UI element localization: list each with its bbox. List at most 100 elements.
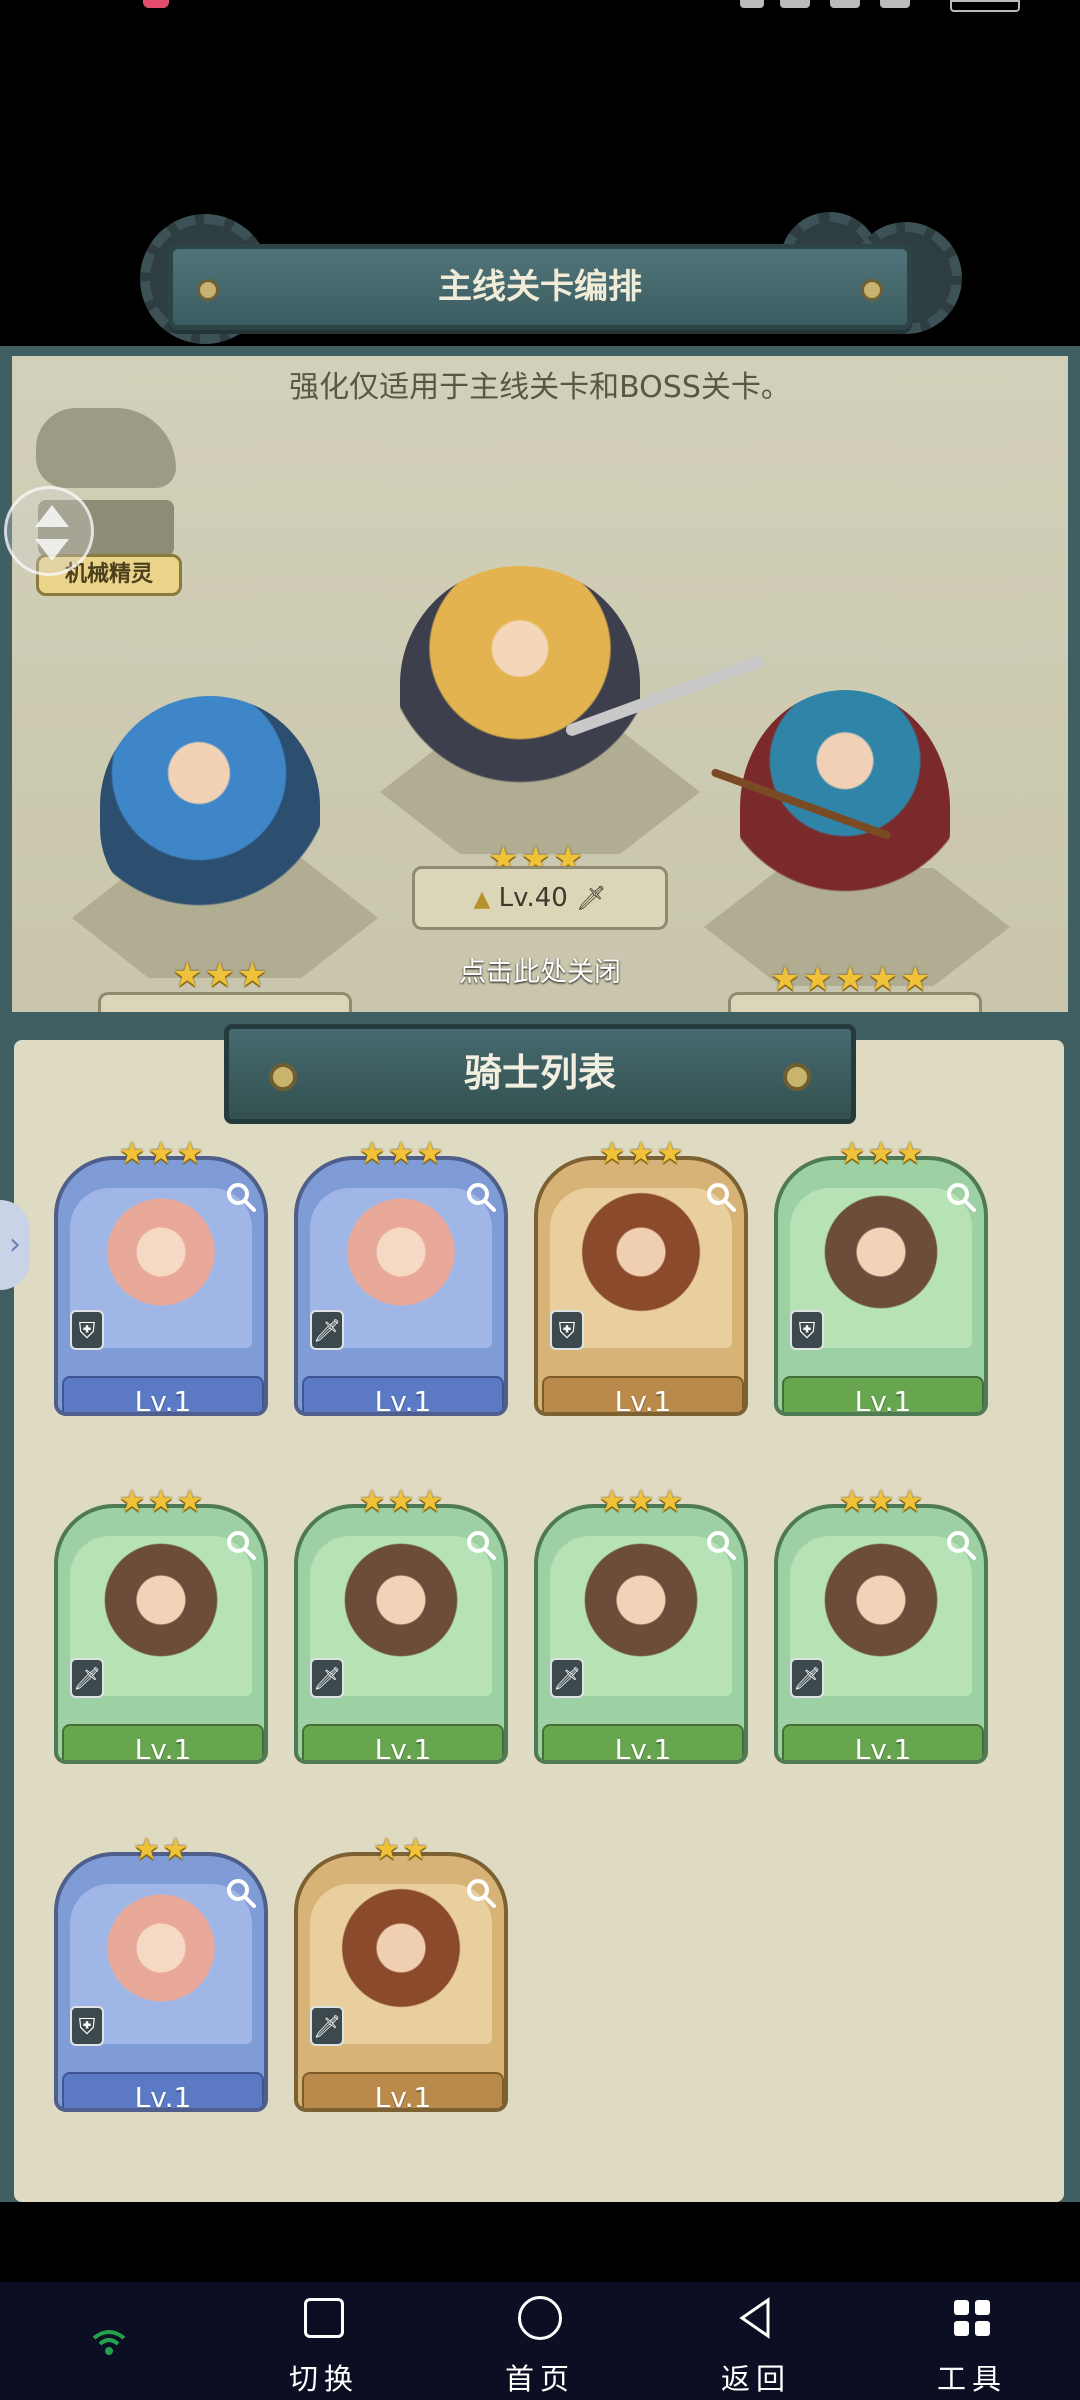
knight-stars: ★ ★ ★ <box>294 1138 508 1170</box>
knight-stars: ★ ★ ★ <box>774 1138 988 1170</box>
wifi-status-icon <box>880 0 910 8</box>
star-icon: ★ <box>176 1484 204 1519</box>
formation-title-plate: 主线关卡编排 <box>168 244 912 330</box>
star-icon: ★ <box>416 1136 444 1171</box>
hero-violinist-sprite[interactable] <box>740 690 950 926</box>
hero-crossbow-girl-sprite[interactable] <box>100 696 320 916</box>
knight-card-tiger-beast[interactable]: Lv.1 🗡 ★ ★ <box>294 1834 508 2112</box>
circle-icon <box>518 2296 562 2340</box>
star-icon: ★ <box>147 1484 175 1519</box>
knight-list-header: 骑士列表 <box>224 1024 856 1124</box>
magnifier-icon[interactable] <box>706 1530 736 1560</box>
knight-card-bunny-mask-girl[interactable]: Lv.1 ⛨ ★ ★ ★ <box>54 1138 268 1416</box>
knight-level-label: Lv.1 <box>782 1724 984 1760</box>
knight-card-polar-bear[interactable]: Lv.1 ⛨ ★ ★ <box>54 1834 268 2112</box>
nav-back-label: 返回 <box>720 2362 791 2396</box>
hero-spear-knight-sprite[interactable] <box>400 566 640 802</box>
back-triangle-icon <box>739 2297 770 2339</box>
star-icon: ★ <box>598 1136 626 1171</box>
knight-level-label: Lv.1 <box>62 2072 264 2108</box>
star-icon: ★ <box>387 1484 415 1519</box>
magnifier-icon[interactable] <box>226 1878 256 1908</box>
knight-stars: ★ ★ ★ <box>774 1486 988 1518</box>
star-icon: ★ <box>896 1484 924 1519</box>
shield-class-icon: ⛨ <box>70 1310 104 1350</box>
star-icon: ★ <box>133 1832 160 1867</box>
knight-card-ponytail-swordsman[interactable]: Lv.1 🗡 ★ ★ ★ <box>774 1486 988 1764</box>
wifi-icon <box>92 2328 126 2356</box>
arrow-up-icon <box>35 505 69 527</box>
star-icon: ★ <box>387 1136 415 1171</box>
knight-stars: ★ ★ <box>54 1834 268 1866</box>
sword-class-icon: 🗡 <box>790 1658 824 1698</box>
chevron-right-icon: › <box>9 1227 21 1262</box>
star-icon: ★ <box>627 1136 655 1171</box>
formation-title: 主线关卡编排 <box>438 267 642 307</box>
magnifier-icon[interactable] <box>466 1530 496 1560</box>
sword-class-icon: 🗡 <box>310 2006 344 2046</box>
star-icon: ★ <box>373 1832 400 1867</box>
sword-class-icon: 🗡 <box>550 1658 584 1698</box>
star-icon: ★ <box>176 1136 204 1171</box>
magnifier-icon[interactable] <box>226 1530 256 1560</box>
star-icon: ★ <box>358 1136 386 1171</box>
close-hint[interactable]: 点击此处关闭 <box>0 950 1080 989</box>
arrow-down-icon <box>35 539 69 561</box>
star-icon: ★ <box>627 1484 655 1519</box>
knight-stars: ★ ★ ★ <box>54 1138 268 1170</box>
nav-switch-label: 切换 <box>288 2362 359 2396</box>
knight-level-label: Lv.1 <box>542 1376 744 1412</box>
knight-level-label: Lv.1 <box>302 1724 504 1760</box>
knight-card-silver-haired-man[interactable]: Lv.1 🗡 ★ ★ ★ <box>294 1486 508 1764</box>
hero-center-level-text: Lv.40 <box>498 883 568 913</box>
sword-class-icon: 🗡 <box>310 1658 344 1698</box>
knight-level-label: Lv.1 <box>62 1724 264 1760</box>
nav-home-label: 首页 <box>504 2362 575 2396</box>
knight-card-antlered-maiden[interactable]: Lv.1 ⛨ ★ ★ ★ <box>534 1138 748 1416</box>
star-icon: ★ <box>162 1832 189 1867</box>
notification-icon <box>143 0 169 8</box>
star-icon: ★ <box>416 1484 444 1519</box>
star-icon: ★ <box>656 1484 684 1519</box>
star-icon: ★ <box>598 1484 626 1519</box>
knight-level-label: Lv.1 <box>782 1376 984 1412</box>
star-icon: ★ <box>402 1832 429 1867</box>
star-icon: ★ <box>896 1136 924 1171</box>
sword-icon: 🗡 <box>576 884 607 912</box>
magnifier-icon[interactable] <box>226 1182 256 1212</box>
star-icon: ★ <box>838 1136 866 1171</box>
magnifier-icon[interactable] <box>466 1878 496 1908</box>
knight-level-label: Lv.1 <box>302 1376 504 1412</box>
nav-tools-button[interactable]: 工具 <box>912 2292 1032 2396</box>
float-scroll-button[interactable] <box>4 486 94 576</box>
knight-stars: ★ ★ ★ <box>534 1486 748 1518</box>
star-icon: ★ <box>147 1136 175 1171</box>
shield-class-icon: ⛨ <box>550 1310 584 1350</box>
star-icon: ★ <box>118 1136 146 1171</box>
star-icon: ★ <box>358 1484 386 1519</box>
star-icon: ★ <box>656 1136 684 1171</box>
hero-right-level-plate <box>728 992 982 1012</box>
signal-icon <box>830 0 860 8</box>
knight-card-sea-king[interactable]: Lv.1 🗡 ★ ★ ★ <box>294 1138 508 1416</box>
knight-level-label: Lv.1 <box>62 1376 264 1412</box>
magnifier-icon[interactable] <box>946 1530 976 1560</box>
knight-card-tiara-elf[interactable]: Lv.1 ⛨ ★ ★ ★ <box>774 1138 988 1416</box>
magnifier-icon[interactable] <box>946 1182 976 1212</box>
star-icon: ★ <box>838 1484 866 1519</box>
knight-stars: ★ ★ ★ <box>534 1138 748 1170</box>
knight-card-red-haired-warrior[interactable]: Lv.1 🗡 ★ ★ ★ <box>534 1486 748 1764</box>
knight-card-cat-hood-ninja[interactable]: Lv.1 🗡 ★ ★ ★ <box>54 1486 268 1764</box>
magnifier-icon[interactable] <box>706 1182 736 1212</box>
magnifier-icon[interactable] <box>466 1182 496 1212</box>
knight-level-label: Lv.1 <box>542 1724 744 1760</box>
nav-tools-label: 工具 <box>936 2362 1007 2396</box>
shield-class-icon: ⛨ <box>70 2006 104 2046</box>
nav-home-button[interactable]: 首页 <box>480 2292 600 2396</box>
knight-stars: ★ ★ ★ <box>54 1486 268 1518</box>
nav-switch-button[interactable]: 切换 <box>264 2292 384 2396</box>
alarm-icon <box>780 0 810 8</box>
nav-back-button[interactable]: 返回 <box>696 2292 816 2396</box>
knight-stars: ★ ★ ★ <box>294 1486 508 1518</box>
battery-icon <box>950 0 1020 12</box>
